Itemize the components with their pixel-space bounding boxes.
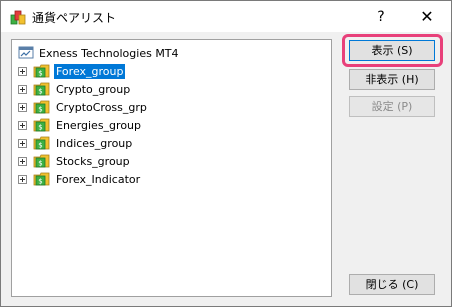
symbol-tree[interactable]: Exness Technologies MT4 $ Forex_group $ … [11, 39, 332, 297]
expand-icon[interactable] [18, 66, 27, 76]
server-icon [18, 46, 34, 59]
expand-icon[interactable] [18, 138, 27, 148]
close-button[interactable]: 閉じる (C) [349, 274, 435, 295]
folder-symbol-icon: $ [33, 172, 50, 186]
symbol-list-dialog: 通貨ペアリスト ? ✕ Exness Technologies MT4 $ Fo… [0, 0, 452, 307]
tree-item-crypto-group[interactable]: $ Crypto_group [18, 81, 132, 97]
tree-item-stocks-group[interactable]: $ Stocks_group [18, 153, 132, 169]
expand-icon[interactable] [18, 102, 27, 112]
tree-root[interactable]: Exness Technologies MT4 [18, 45, 179, 61]
tree-item-label: Forex_group [54, 63, 126, 79]
settings-button[interactable]: 設定 (P) [349, 96, 435, 117]
tree-item-label: Forex_Indicator [56, 172, 141, 186]
show-button[interactable]: 表示 (S) [349, 40, 435, 61]
tree-item-forex-indicator[interactable]: $ Forex_Indicator [18, 171, 142, 187]
folder-symbol-icon: $ [33, 118, 50, 132]
tree-item-label: Energies_group [56, 118, 142, 132]
hide-button[interactable]: 非表示 (H) [349, 69, 435, 90]
tree-item-energies-group[interactable]: $ Energies_group [18, 117, 143, 133]
svg-text:$: $ [38, 70, 42, 78]
window-title: 通貨ペアリスト [32, 11, 117, 25]
tree-item-label: CryptoCross_grp [56, 100, 147, 114]
app-icon [10, 10, 26, 25]
tree-item-cryptocross-grp[interactable]: $ CryptoCross_grp [18, 99, 149, 115]
tree-item-label: Crypto_group [56, 82, 131, 96]
svg-text:$: $ [38, 88, 42, 96]
svg-text:$: $ [38, 124, 42, 132]
folder-symbol-icon: $ [33, 154, 50, 168]
svg-text:$: $ [38, 178, 42, 186]
folder-symbol-icon: $ [33, 136, 50, 150]
folder-symbol-icon: $ [33, 100, 50, 114]
folder-symbol-icon: $ [33, 82, 50, 96]
expand-icon[interactable] [18, 174, 27, 184]
tree-item-forex-group[interactable]: $ Forex_group [18, 63, 126, 79]
help-button[interactable]: ? [369, 6, 393, 28]
svg-text:$: $ [38, 142, 42, 150]
expand-icon[interactable] [18, 120, 27, 130]
folder-symbol-icon: $ [33, 64, 50, 78]
tree-item-label: Indices_group [56, 136, 133, 150]
close-window-button[interactable]: ✕ [413, 6, 441, 28]
tree-item-indices-group[interactable]: $ Indices_group [18, 135, 134, 151]
svg-text:$: $ [38, 106, 42, 114]
expand-icon[interactable] [18, 84, 27, 94]
title-bar[interactable]: 通貨ペアリスト ? ✕ [1, 1, 451, 32]
tree-root-label: Exness Technologies MT4 [39, 46, 179, 60]
svg-text:$: $ [38, 160, 42, 168]
tree-item-label: Stocks_group [56, 154, 130, 168]
expand-icon[interactable] [18, 156, 27, 166]
